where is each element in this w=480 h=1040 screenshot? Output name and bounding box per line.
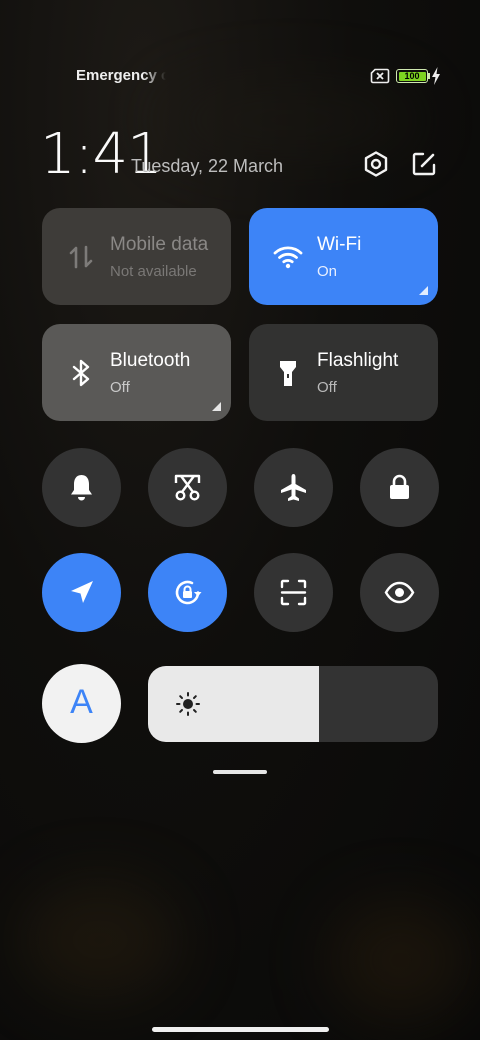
- background-glow: [160, 80, 420, 160]
- expand-corner-icon[interactable]: [419, 286, 428, 295]
- tile-flashlight-state: Off: [317, 379, 337, 396]
- toggle-rotation-lock[interactable]: [148, 553, 227, 632]
- battery-icon: 100: [396, 69, 428, 83]
- clock-time: 1:41: [40, 122, 163, 187]
- toggle-scanner[interactable]: [254, 553, 333, 632]
- tile-bluetooth[interactable]: Bluetooth Off: [42, 324, 231, 421]
- airplane-icon: [281, 474, 306, 501]
- rotation-lock-icon: [175, 580, 202, 605]
- mobile-data-arrows-icon: [69, 245, 93, 269]
- tile-wifi[interactable]: Wi-Fi On: [249, 208, 438, 305]
- brightness-sun-icon: [176, 692, 200, 716]
- flashlight-icon: [280, 361, 296, 386]
- bell-icon: [71, 475, 92, 501]
- tile-bluetooth-state: Off: [110, 379, 130, 396]
- tile-bluetooth-name: Bluetooth: [110, 350, 191, 371]
- carrier-text: Emergency calls only: [76, 67, 166, 84]
- scan-frame-icon: [280, 579, 307, 606]
- battery-tip: [428, 73, 430, 79]
- location-arrow-icon: [71, 581, 93, 603]
- status-bar: Emergency calls only 100: [0, 64, 480, 90]
- tile-mobile-data[interactable]: Mobile data Not available: [42, 208, 231, 305]
- tile-mobile-data-name: Mobile data: [110, 234, 209, 255]
- background-glow: [330, 900, 470, 1020]
- expand-corner-icon[interactable]: [212, 402, 221, 411]
- background-glow: [20, 880, 180, 1000]
- toggle-screenshot[interactable]: [148, 448, 227, 527]
- bluetooth-icon: [72, 359, 90, 387]
- battery-level: 100: [404, 71, 420, 81]
- screenshot-scissors-icon: [174, 474, 201, 501]
- toggle-sound[interactable]: [42, 448, 121, 527]
- brightness-slider[interactable]: [148, 666, 438, 742]
- panel-drag-handle[interactable]: [213, 770, 267, 774]
- settings-hexagon-icon[interactable]: [362, 150, 390, 178]
- wifi-icon: [273, 246, 303, 269]
- tile-mobile-data-state: Not available: [110, 263, 197, 280]
- toggle-reading-mode[interactable]: [360, 553, 439, 632]
- no-sim-icon: [370, 68, 390, 84]
- lock-icon: [390, 474, 409, 499]
- clock-date: Tuesday, 22 March: [131, 156, 284, 176]
- auto-brightness-label: A: [70, 683, 93, 721]
- auto-brightness-button[interactable]: A: [42, 664, 121, 743]
- toggle-lock-screen[interactable]: [360, 448, 439, 527]
- toggle-airplane-mode[interactable]: [254, 448, 333, 527]
- tile-flashlight-name: Flashlight: [317, 350, 399, 371]
- tile-flashlight[interactable]: Flashlight Off: [249, 324, 438, 421]
- tile-wifi-name: Wi-Fi: [317, 234, 362, 255]
- home-indicator[interactable]: [152, 1027, 329, 1032]
- toggle-location[interactable]: [42, 553, 121, 632]
- tile-wifi-state: On: [317, 263, 338, 280]
- eye-icon: [384, 581, 415, 604]
- charging-bolt-icon: [432, 67, 440, 85]
- edit-icon[interactable]: [410, 150, 438, 178]
